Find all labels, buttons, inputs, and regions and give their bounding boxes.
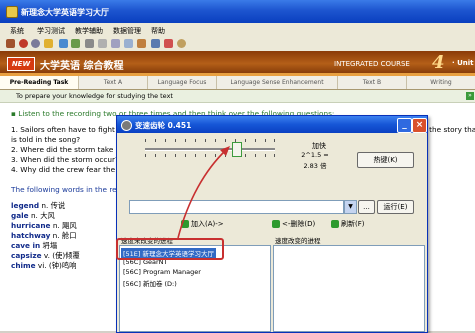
annotation-arrow [177,146,230,239]
